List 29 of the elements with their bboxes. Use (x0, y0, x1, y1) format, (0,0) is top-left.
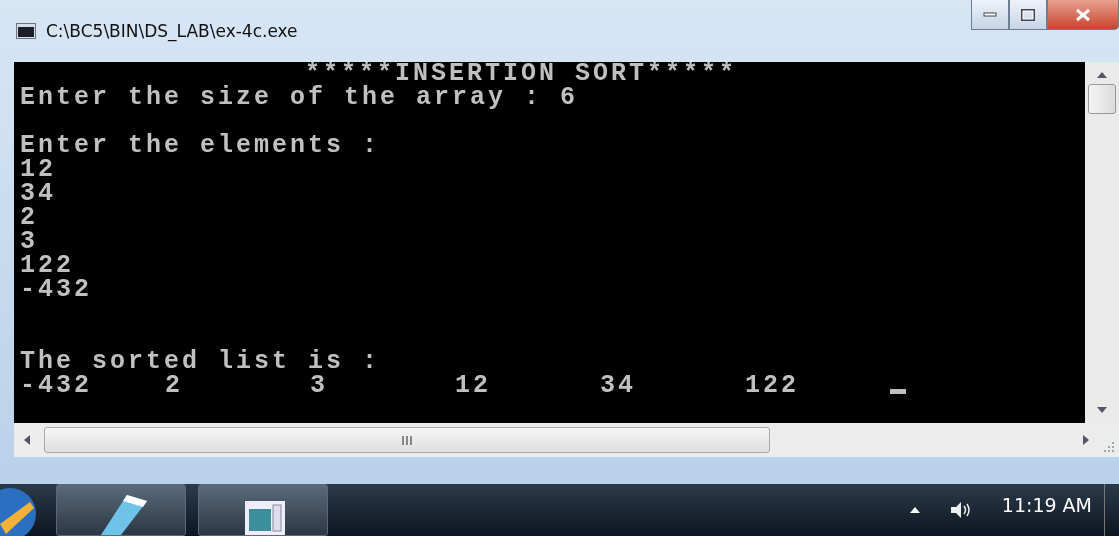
maximize-button[interactable] (1009, 0, 1047, 30)
taskbar-button[interactable] (56, 484, 186, 536)
clock[interactable]: 11:19 AM (1001, 484, 1092, 516)
close-icon (1075, 7, 1091, 22)
scrollbar-thumb[interactable] (44, 427, 770, 453)
sorted-value: 12 (455, 374, 491, 398)
scroll-right-icon[interactable] (1083, 435, 1089, 445)
scroll-down-icon[interactable] (1097, 407, 1107, 413)
maximize-icon (1021, 8, 1035, 21)
minimize-button[interactable] (971, 0, 1009, 30)
taskbar-button[interactable] (198, 484, 328, 536)
speaker-icon[interactable] (949, 501, 972, 519)
resize-grip-icon[interactable] (1103, 441, 1115, 453)
show-hidden-icons-icon[interactable] (909, 507, 920, 513)
minimize-icon (983, 11, 997, 18)
vertical-scrollbar[interactable] (1085, 62, 1119, 423)
sorted-value: -432 (20, 374, 92, 398)
console-app-icon (16, 23, 36, 39)
scroll-left-icon[interactable] (24, 435, 30, 445)
close-button[interactable] (1047, 0, 1119, 30)
sorted-value: 34 (600, 374, 636, 398)
scroll-up-icon[interactable] (1097, 72, 1107, 78)
sorted-value: 2 (165, 374, 183, 398)
grip-icon (401, 435, 413, 445)
console-line: The sorted list is : (20, 347, 381, 376)
sorted-value: 3 (310, 374, 328, 398)
sorted-value: 122 (745, 374, 799, 398)
window-title: C:\BC5\BIN\DS_LAB\ex-4c.exe (46, 21, 298, 41)
scrollbar-thumb[interactable] (1088, 84, 1116, 114)
